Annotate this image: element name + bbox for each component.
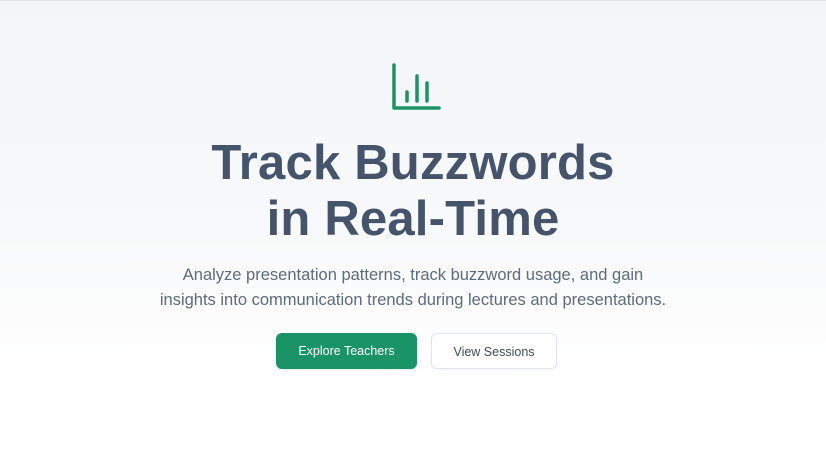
page: Track Buzzwords in Real-Time Analyze pre… — [0, 0, 826, 460]
hero-headline: Track Buzzwords in Real-Time — [0, 135, 826, 247]
hero-section: Track Buzzwords in Real-Time Analyze pre… — [0, 1, 826, 385]
subtitle-line-2: insights into communication trends durin… — [159, 291, 667, 309]
hero-subtitle: Analyze presentation patterns, track buz… — [113, 263, 713, 313]
bar-chart-icon — [392, 63, 441, 110]
headline-line-1: Track Buzzwords — [211, 136, 615, 190]
explore-teachers-button[interactable]: Explore Teachers — [276, 333, 417, 369]
subtitle-line-1: Analyze presentation patterns, track buz… — [182, 266, 644, 284]
view-sessions-button[interactable]: View Sessions — [431, 333, 557, 369]
headline-line-2: in Real-Time — [266, 192, 560, 246]
